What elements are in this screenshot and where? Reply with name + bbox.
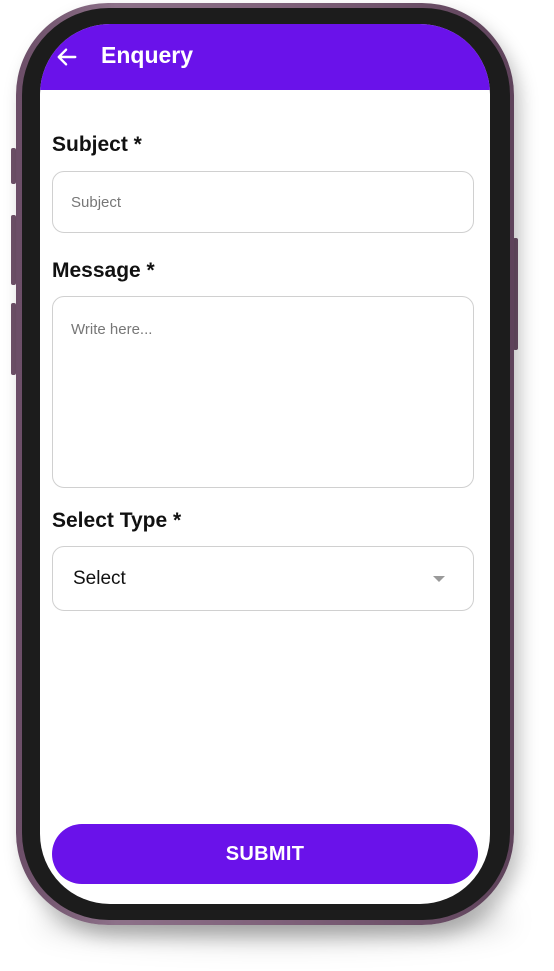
select-type-label: Select Type * [52,509,182,532]
app-bar: Enquery [40,24,490,90]
chevron-down-icon [433,576,445,582]
subject-field[interactable] [52,171,474,233]
type-select-value: Select [73,568,126,589]
device-mockup: Enquery Subject * Message * Select Type … [0,0,554,971]
message-textarea[interactable] [53,297,473,482]
type-select[interactable]: Select [52,546,474,611]
submit-button[interactable]: SUBMIT [52,824,478,884]
message-field[interactable] [52,296,474,488]
phone-screen: Enquery Subject * Message * Select Type … [40,24,490,904]
subject-input[interactable] [53,172,473,232]
message-label: Message * [52,259,155,282]
subject-label: Subject * [52,133,142,156]
arrow-left-icon[interactable] [56,46,78,68]
page-title: Enquery [101,42,194,68]
